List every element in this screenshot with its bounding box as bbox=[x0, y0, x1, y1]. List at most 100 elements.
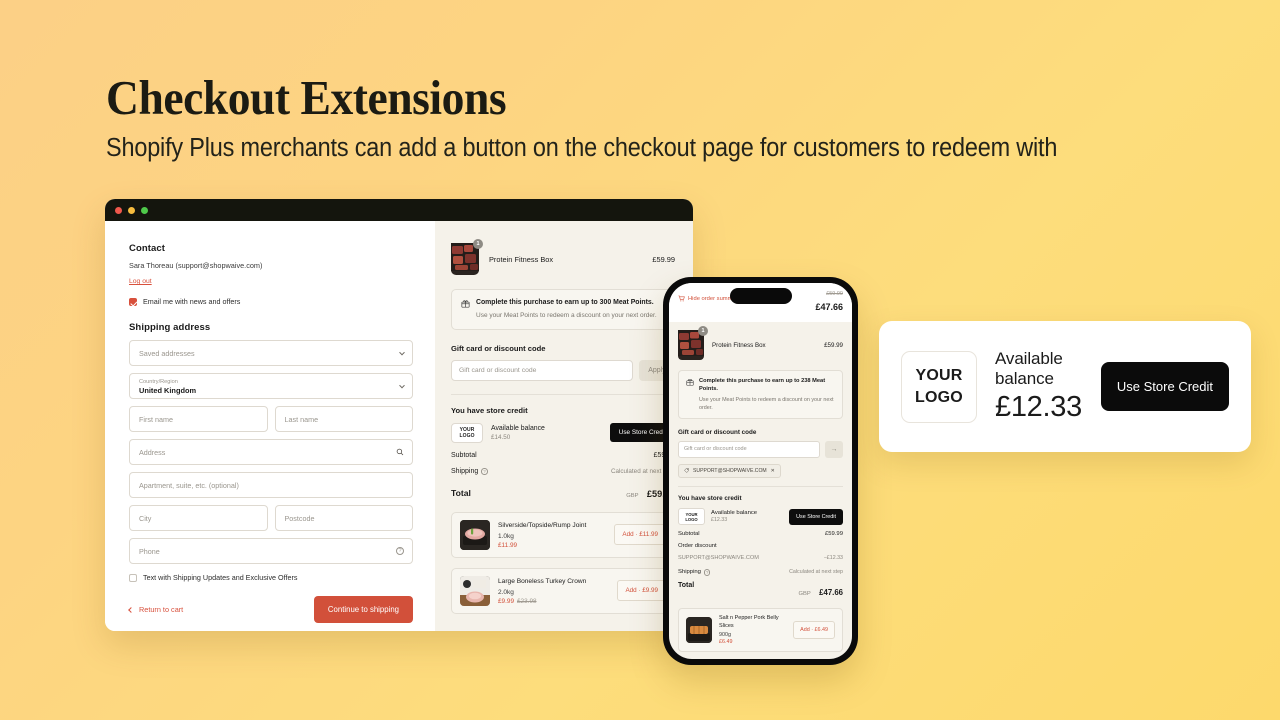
mobile-line-item-price: £59.99 bbox=[824, 342, 843, 349]
window-maximize-icon[interactable] bbox=[141, 206, 148, 214]
mobile-gift-card-input[interactable]: Gift card or discount code bbox=[678, 440, 820, 458]
phone-input[interactable]: Phone ? bbox=[129, 538, 413, 564]
upsell-weight: 1.0kg bbox=[498, 532, 514, 540]
search-icon bbox=[396, 448, 404, 456]
cart-icon bbox=[678, 295, 685, 302]
applied-discount-code: SUPPORT@SHOPWAIVE.COM bbox=[693, 467, 767, 474]
chevron-down-icon bbox=[399, 382, 405, 389]
mobile-total-value: £47.66 bbox=[815, 302, 843, 312]
remove-discount-icon[interactable]: ✕ bbox=[771, 468, 775, 474]
mobile-total-label: Total bbox=[678, 581, 695, 589]
window-close-icon[interactable] bbox=[115, 206, 122, 214]
upsell-add-button[interactable]: Add · £9.99 bbox=[617, 580, 666, 602]
address-input[interactable]: Address bbox=[129, 439, 413, 465]
info-icon[interactable]: ? bbox=[481, 468, 488, 475]
postcode-input[interactable]: Postcode bbox=[274, 505, 413, 531]
shipping-label: Shipping bbox=[451, 467, 479, 475]
mobile-order-discount-label: Order discount bbox=[678, 543, 717, 550]
help-icon[interactable]: ? bbox=[396, 547, 404, 555]
shipping-label-wrap: Shipping ? bbox=[451, 468, 488, 475]
upsell-item: Silverside/Topside/Rump Joint 1.0kg £11.… bbox=[451, 511, 675, 558]
feature-balance-label: Available balance bbox=[995, 349, 1063, 388]
sms-label: Text with Shipping Updates and Exclusive… bbox=[143, 573, 298, 582]
mobile-summary-body: 1 Protein Fitness Box £59.99 Complete th… bbox=[669, 322, 852, 658]
mobile-gift-card-title: Gift card or discount code bbox=[678, 428, 757, 436]
mobile-shipping-row: Shipping ? Calculated at next step bbox=[678, 569, 843, 576]
upsell-thumbnail bbox=[460, 575, 490, 606]
return-to-cart-link[interactable]: Return to cart bbox=[128, 605, 184, 614]
upsell-name: Large Boneless Turkey Crown bbox=[498, 577, 587, 585]
mobile-upsell-price: £6.49 bbox=[719, 638, 733, 645]
feature-balance-block: Available balance £12.33 bbox=[995, 349, 1083, 424]
line-item-quantity-badge: 1 bbox=[473, 239, 483, 249]
mobile-upsell-thumbnail bbox=[686, 616, 712, 643]
hero-text-block: Checkout Extensions Shopify Plus merchan… bbox=[106, 72, 1196, 163]
store-credit-feature-card: YOUR LOGO Available balance £12.33 Use S… bbox=[879, 321, 1251, 452]
saved-addresses-select[interactable]: Saved addresses bbox=[129, 340, 413, 366]
mobile-use-store-credit-button[interactable]: Use Store Credit bbox=[789, 508, 843, 525]
gift-card-section-title: Gift card or discount code bbox=[451, 343, 546, 353]
mobile-upsell-weight: 900g bbox=[719, 631, 731, 638]
shipping-row: Shipping ? Calculated at next step bbox=[451, 468, 675, 475]
mobile-discount-detail-row: SUPPORT@SHOPWAIVE.COM −£12.33 bbox=[678, 555, 843, 563]
upsell-price: £9.99 bbox=[498, 597, 514, 605]
window-titlebar bbox=[105, 199, 693, 221]
country-value: United Kingdom bbox=[139, 385, 197, 395]
sms-checkbox[interactable] bbox=[129, 573, 137, 582]
mobile-total-wrap: GBP £47.66 bbox=[798, 582, 843, 600]
line-item-name: Protein Fitness Box bbox=[489, 255, 554, 264]
mobile-subtotal-row: Subtotal £59.99 bbox=[678, 531, 843, 537]
newsletter-checkbox-row[interactable]: Email me with news and offers bbox=[129, 297, 413, 306]
subtotal-label: Subtotal bbox=[451, 451, 477, 459]
continue-to-shipping-button[interactable]: Continue to shipping bbox=[313, 596, 413, 623]
arrow-right-icon[interactable]: → bbox=[825, 440, 843, 458]
log-out-link[interactable]: Log out bbox=[129, 278, 152, 285]
upsell-add-button[interactable]: Add · £11.99 bbox=[614, 524, 666, 546]
first-name-input[interactable]: First name bbox=[129, 406, 268, 432]
feature-use-store-credit-button[interactable]: Use Store Credit bbox=[1100, 362, 1229, 411]
mobile-shipping-label-wrap: Shipping ? bbox=[678, 569, 711, 576]
total-label: Total bbox=[451, 487, 471, 498]
product-thumbnail bbox=[451, 243, 479, 275]
apartment-input[interactable]: Apartment, suite, etc. (optional) bbox=[129, 472, 413, 498]
points-banner-subtitle: Use your Meat Points to redeem a discoun… bbox=[476, 312, 657, 319]
mobile-upsell-add-button[interactable]: Add · £6.49 bbox=[793, 620, 835, 639]
address-placeholder: Address bbox=[139, 447, 166, 457]
mobile-shipping-label: Shipping bbox=[678, 569, 701, 576]
newsletter-checkbox[interactable] bbox=[129, 297, 137, 306]
page-subtitle: Shopify Plus merchants can add a button … bbox=[106, 134, 1058, 163]
return-to-cart-label: Return to cart bbox=[139, 605, 184, 614]
last-name-input[interactable]: Last name bbox=[274, 406, 413, 432]
apartment-placeholder: Apartment, suite, etc. (optional) bbox=[139, 480, 239, 490]
window-minimize-icon[interactable] bbox=[128, 206, 135, 214]
upsell-compare-at: £23.98 bbox=[517, 597, 537, 605]
total-currency: GBP bbox=[626, 492, 639, 499]
sms-checkbox-row[interactable]: Text with Shipping Updates and Exclusive… bbox=[129, 573, 413, 582]
store-credit-divider bbox=[451, 393, 675, 395]
city-input[interactable]: City bbox=[129, 505, 268, 531]
mobile-line-item: 1 Protein Fitness Box £59.99 bbox=[678, 326, 843, 361]
mobile-store-credit-card: YOUR LOGO Available balance £12.33 Use S… bbox=[678, 508, 843, 526]
chevron-left-icon bbox=[128, 606, 134, 613]
meat-box-image bbox=[678, 330, 704, 356]
mobile-discount-value: −£12.33 bbox=[823, 555, 843, 562]
checkout-form-panel: Contact Sara Thoreau (support@shopwaive.… bbox=[105, 221, 435, 631]
gift-card-input[interactable]: Gift card or discount code bbox=[451, 359, 633, 381]
info-icon[interactable]: ? bbox=[703, 569, 711, 576]
gift-icon bbox=[461, 300, 470, 308]
upsell-name: Silverside/Topside/Rump Joint bbox=[498, 521, 587, 529]
saved-addresses-placeholder: Saved addresses bbox=[139, 348, 195, 358]
shipping-section-title: Shipping address bbox=[129, 322, 211, 333]
upsell-item: Large Boneless Turkey Crown 2.0kg £9.99 £… bbox=[451, 567, 675, 614]
points-banner-title: Complete this purchase to earn up to 300… bbox=[476, 299, 654, 306]
mobile-shipping-value: Calculated at next step bbox=[789, 569, 843, 576]
country-select[interactable]: Country/Region United Kingdom bbox=[129, 373, 413, 399]
meat-box-image bbox=[451, 243, 479, 271]
mobile-line-item-name: Protein Fitness Box bbox=[712, 342, 766, 349]
applied-discount-chip[interactable]: SUPPORT@SHOPWAIVE.COM ✕ bbox=[678, 463, 781, 478]
store-credit-balance-amount: £14.50 bbox=[491, 433, 511, 441]
feature-merchant-logo: YOUR LOGO bbox=[901, 350, 977, 423]
product-thumbnail-wrap: 1 bbox=[451, 239, 483, 276]
country-label: Country/Region bbox=[139, 378, 178, 385]
contact-account-text: Sara Thoreau (support@shopwaive.com) bbox=[129, 261, 263, 270]
